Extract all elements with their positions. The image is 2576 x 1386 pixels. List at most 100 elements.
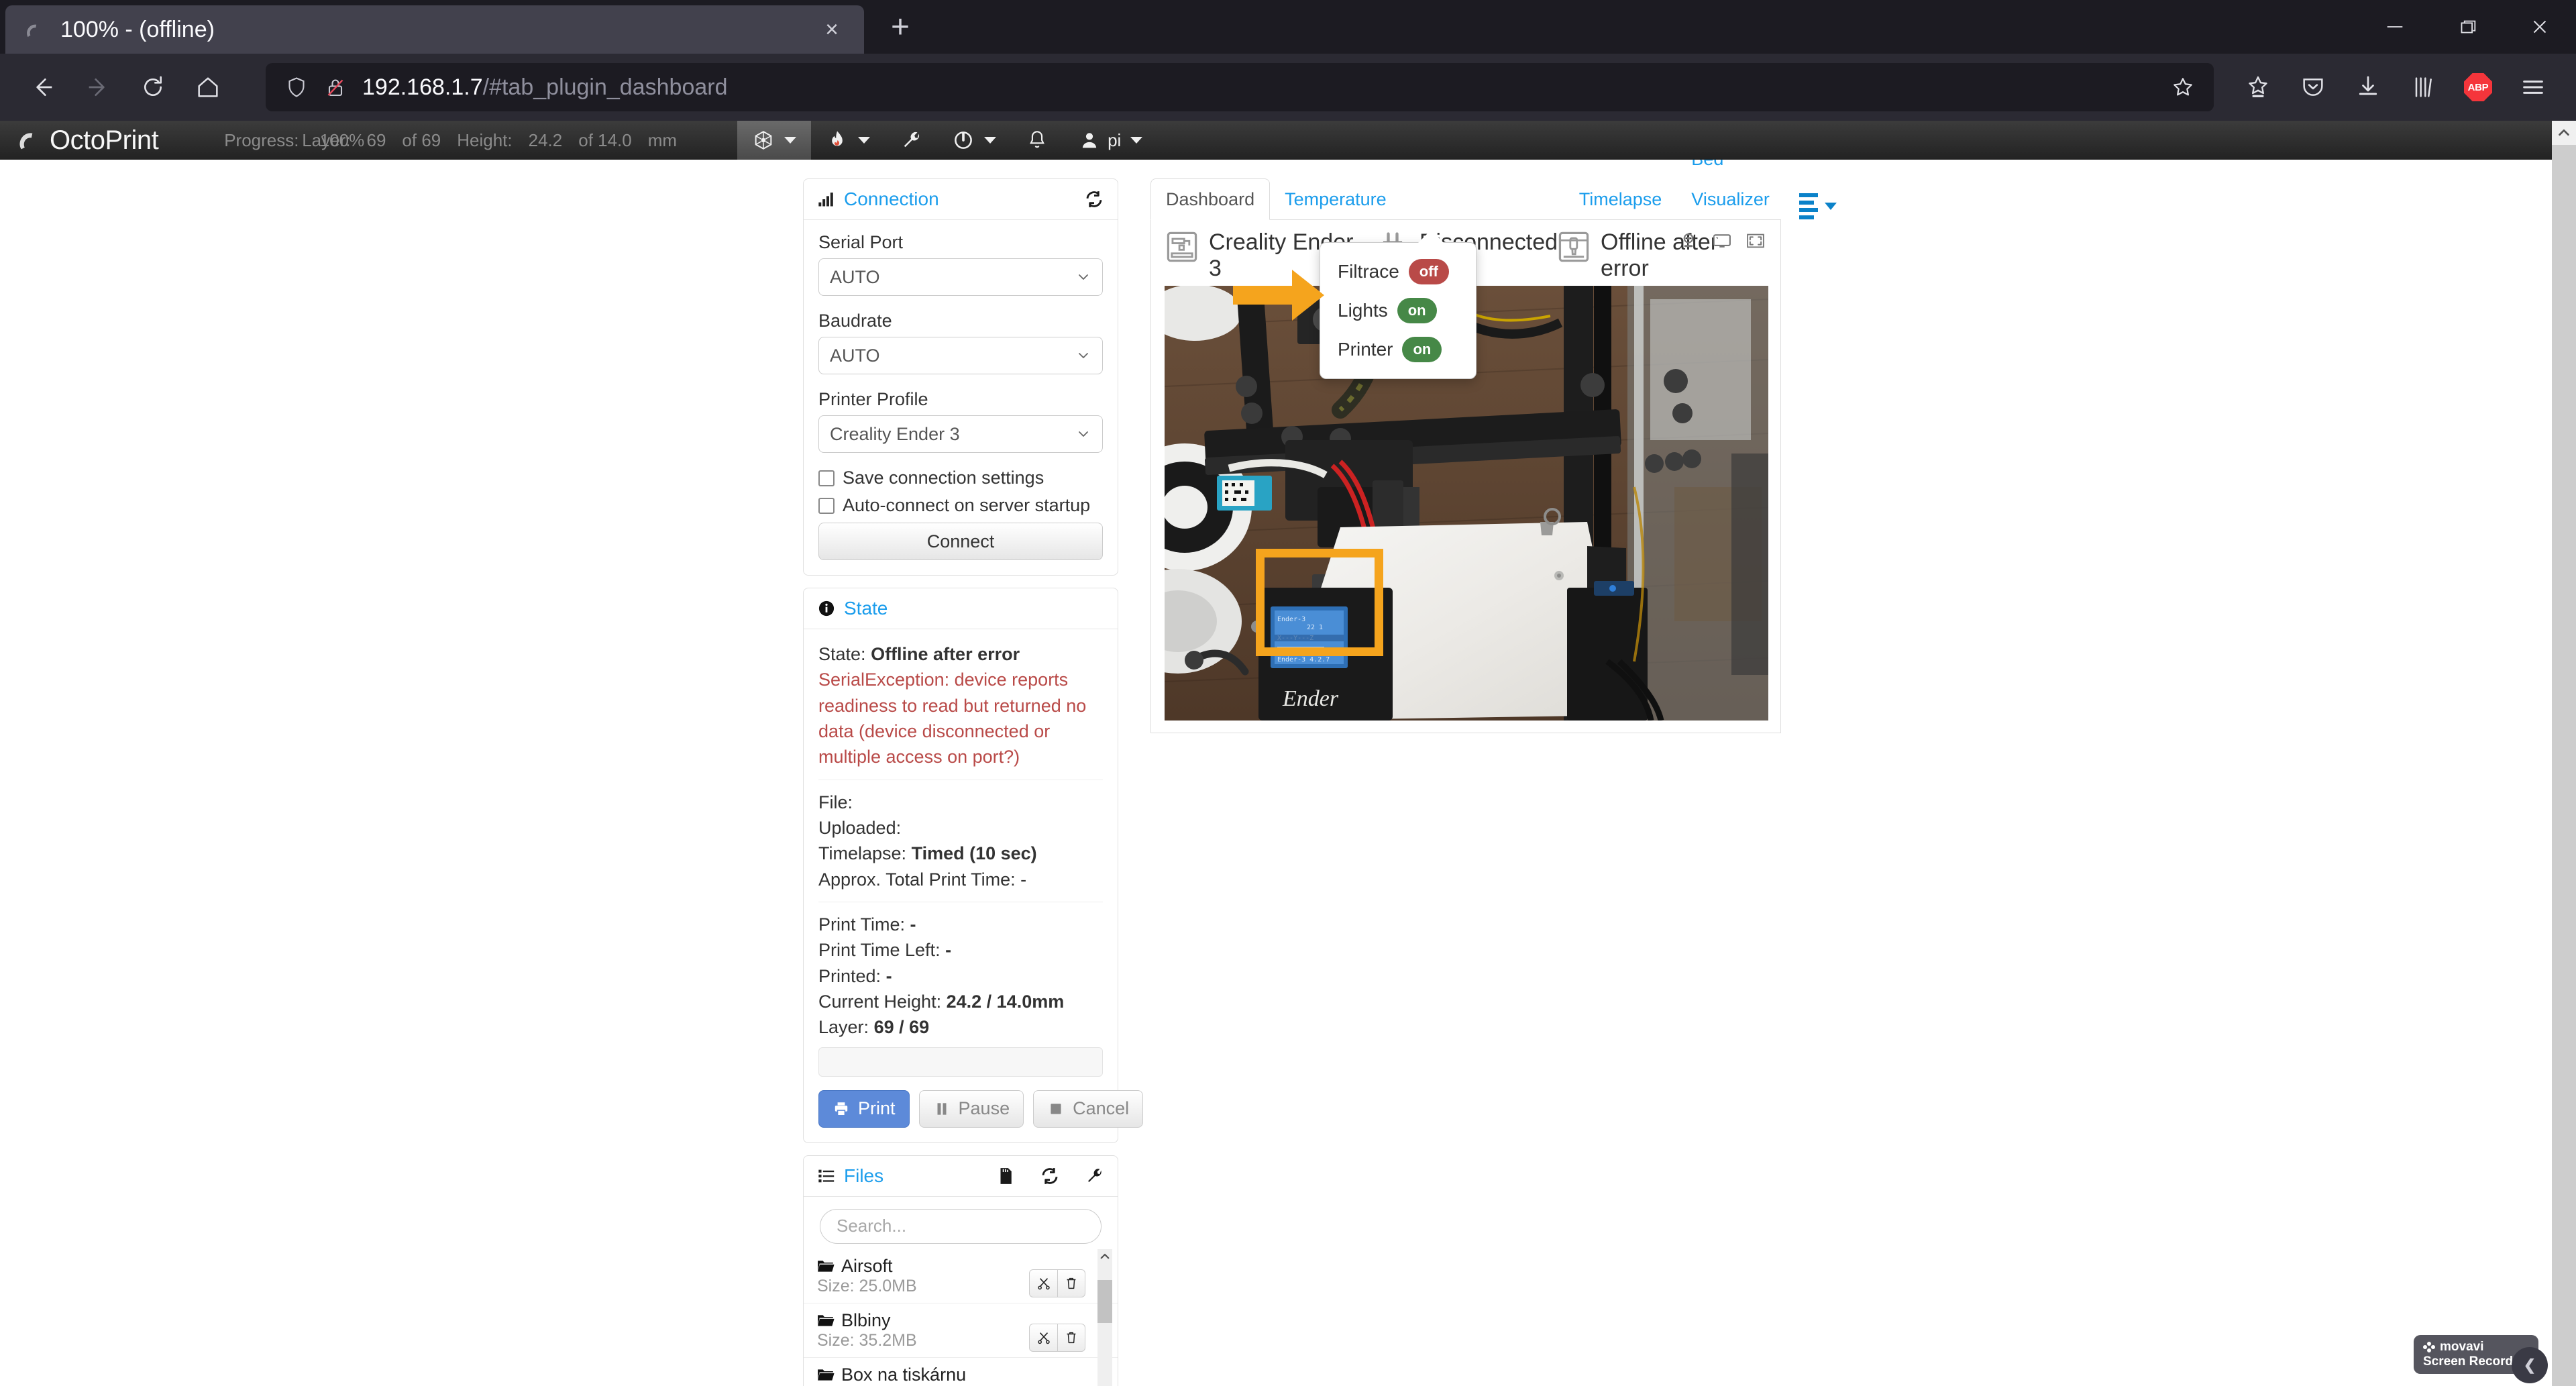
close-icon[interactable] [2504, 0, 2576, 54]
psu-control-menu-button[interactable] [737, 121, 812, 160]
list-item[interactable]: Airsoft Size: 25.0MB [804, 1249, 1118, 1303]
files-panel-actions [996, 1166, 1104, 1186]
user-name: pi [1108, 129, 1122, 150]
move-file-icon[interactable] [1029, 1323, 1057, 1352]
save-to-pocket-star-icon[interactable] [2233, 62, 2284, 113]
connection-panel-body: Serial Port AUTO Baudrate AUTO Printer P… [804, 220, 1118, 575]
state-row: State: Offline after error [818, 641, 1103, 667]
flame-icon [832, 131, 843, 146]
scroll-up-icon[interactable] [1097, 1249, 1112, 1264]
list-item[interactable]: Blbiny Size: 35.2MB [804, 1303, 1118, 1358]
file-name-text: Blbiny [841, 1310, 891, 1330]
minimize-icon[interactable] [2359, 0, 2431, 54]
back-arrow-icon[interactable] [17, 62, 68, 113]
pause-button[interactable]: Pause [918, 1089, 1024, 1128]
status-height-unit: mm [647, 129, 678, 150]
autoconnect-label: Auto-connect on server startup [843, 495, 1091, 515]
status-badge: on [1402, 337, 1442, 362]
save-connection-settings-checkbox[interactable] [818, 470, 835, 486]
lock-crossed-icon[interactable] [323, 75, 347, 99]
power-menu-button[interactable] [937, 121, 1011, 160]
url-host: 192.168.1.7 [362, 74, 483, 100]
connect-button[interactable]: Connect [818, 523, 1103, 560]
notifications-button[interactable] [1011, 121, 1063, 160]
adblock-badge: ABP [2464, 73, 2492, 101]
current-height-label: Current Height: [818, 991, 942, 1012]
forward-arrow-icon[interactable] [72, 62, 123, 113]
url-path: /#tab_plugin_dashboard [482, 74, 728, 100]
screen-icon[interactable] [1712, 231, 1732, 251]
refresh-icon[interactable] [1084, 189, 1104, 209]
fullscreen-icon[interactable] [1746, 231, 1766, 251]
dropdown-item-filtrace[interactable]: Filtrace off [1320, 252, 1476, 291]
octoprint-main: Connection Serial Port AUTO Baudrate AUT… [0, 149, 2576, 1386]
browser-tab[interactable]: 100% - (offline) × [5, 5, 864, 54]
tab-timelapse[interactable]: Timelapse [1564, 179, 1677, 219]
octoprint-navbar-icons: pi [737, 121, 1157, 160]
dropdown-item-lights[interactable]: Lights on [1320, 291, 1476, 330]
octoprint-brand[interactable]: OctoPrint [13, 125, 159, 156]
temperature-menu-button[interactable] [811, 121, 885, 160]
adblock-plus-icon[interactable]: ABP [2453, 62, 2504, 113]
cancel-button[interactable]: Cancel [1033, 1089, 1144, 1128]
approx-value: - [1020, 869, 1027, 890]
user-menu-button[interactable]: pi [1063, 121, 1157, 160]
main-tabs: Dashboard Temperature Control GCode View… [1150, 149, 1837, 220]
print-button[interactable]: Print [818, 1089, 910, 1128]
new-tab-button[interactable]: + [876, 5, 924, 54]
file-list-scrollbar[interactable] [1097, 1248, 1112, 1386]
autoconnect-checkbox[interactable] [818, 497, 835, 514]
status-layer-value: 69 [366, 129, 386, 150]
url-bar[interactable]: 192.168.1.7/#tab_plugin_dashboard [266, 63, 2214, 111]
connection-title-text: Connection [844, 189, 939, 209]
move-file-icon[interactable] [1029, 1269, 1057, 1297]
folder-icon [817, 1313, 835, 1328]
bookmark-star-icon[interactable] [2152, 63, 2214, 111]
chevron-down-icon [1075, 269, 1091, 285]
app-menu-icon[interactable] [2508, 62, 2559, 113]
tab-list-icon[interactable] [1784, 193, 1851, 219]
search-input[interactable]: Search... [820, 1208, 1102, 1244]
printer-profile-value: Creality Ender 3 [830, 423, 960, 444]
home-icon[interactable] [182, 62, 233, 113]
delete-file-icon[interactable] [1057, 1323, 1085, 1352]
chevron-down-icon [784, 137, 797, 144]
printer-profile-select[interactable]: Creality Ender 3 [818, 415, 1103, 453]
autoconnect-row[interactable]: Auto-connect on server startup [818, 495, 1103, 516]
list-item[interactable]: Box na tiskárnu Internal: Box_na_tiskarn… [804, 1358, 1118, 1386]
serial-port-select[interactable]: AUTO [818, 258, 1103, 296]
library-icon[interactable] [2398, 62, 2449, 113]
refresh-icon[interactable] [1040, 1166, 1060, 1186]
scrollbar-thumb[interactable] [1097, 1279, 1112, 1323]
shield-icon[interactable] [284, 75, 309, 99]
layer-value: 69 / 69 [873, 1017, 930, 1038]
dropdown-item-printer[interactable]: Printer on [1320, 330, 1476, 369]
layer-label: Layer: [818, 1017, 869, 1038]
approx-row: Approx. Total Print Time: - [818, 867, 1103, 892]
baudrate-select[interactable]: AUTO [818, 337, 1103, 374]
file-label: File: [818, 792, 853, 812]
webcam-icon[interactable] [1678, 231, 1699, 251]
page-scrollbar[interactable] [2552, 121, 2576, 1386]
scroll-up-icon[interactable] [2552, 121, 2576, 145]
wrench-icon[interactable] [1084, 1166, 1104, 1186]
settings-wrench-button[interactable] [885, 121, 937, 160]
close-icon[interactable]: × [816, 17, 848, 43]
pocket-icon[interactable] [2288, 62, 2339, 113]
print-button-label: Print [858, 1098, 896, 1119]
octoprint-brand-text: OctoPrint [50, 125, 159, 155]
psu-control-dropdown: Filtrace off Lights on Printer on [1320, 230, 1477, 379]
status-progress: Progress: 100% [224, 129, 365, 150]
approx-label: Approx. Total Print Time: [818, 869, 1016, 890]
url-text: 192.168.1.7/#tab_plugin_dashboard [362, 74, 728, 101]
delete-file-icon[interactable] [1057, 1269, 1085, 1297]
sd-card-icon[interactable] [996, 1166, 1016, 1186]
uploaded-row: Uploaded: [818, 815, 1103, 841]
tab-temperature[interactable]: Temperature [1270, 179, 1401, 219]
tab-dashboard[interactable]: Dashboard [1150, 178, 1271, 220]
reload-icon[interactable] [127, 62, 178, 113]
maximize-icon[interactable] [2431, 0, 2504, 54]
downloads-icon[interactable] [2343, 62, 2394, 113]
movavi-collapse-button[interactable]: ❮ [2512, 1347, 2548, 1383]
save-connection-settings-row[interactable]: Save connection settings [818, 468, 1103, 488]
